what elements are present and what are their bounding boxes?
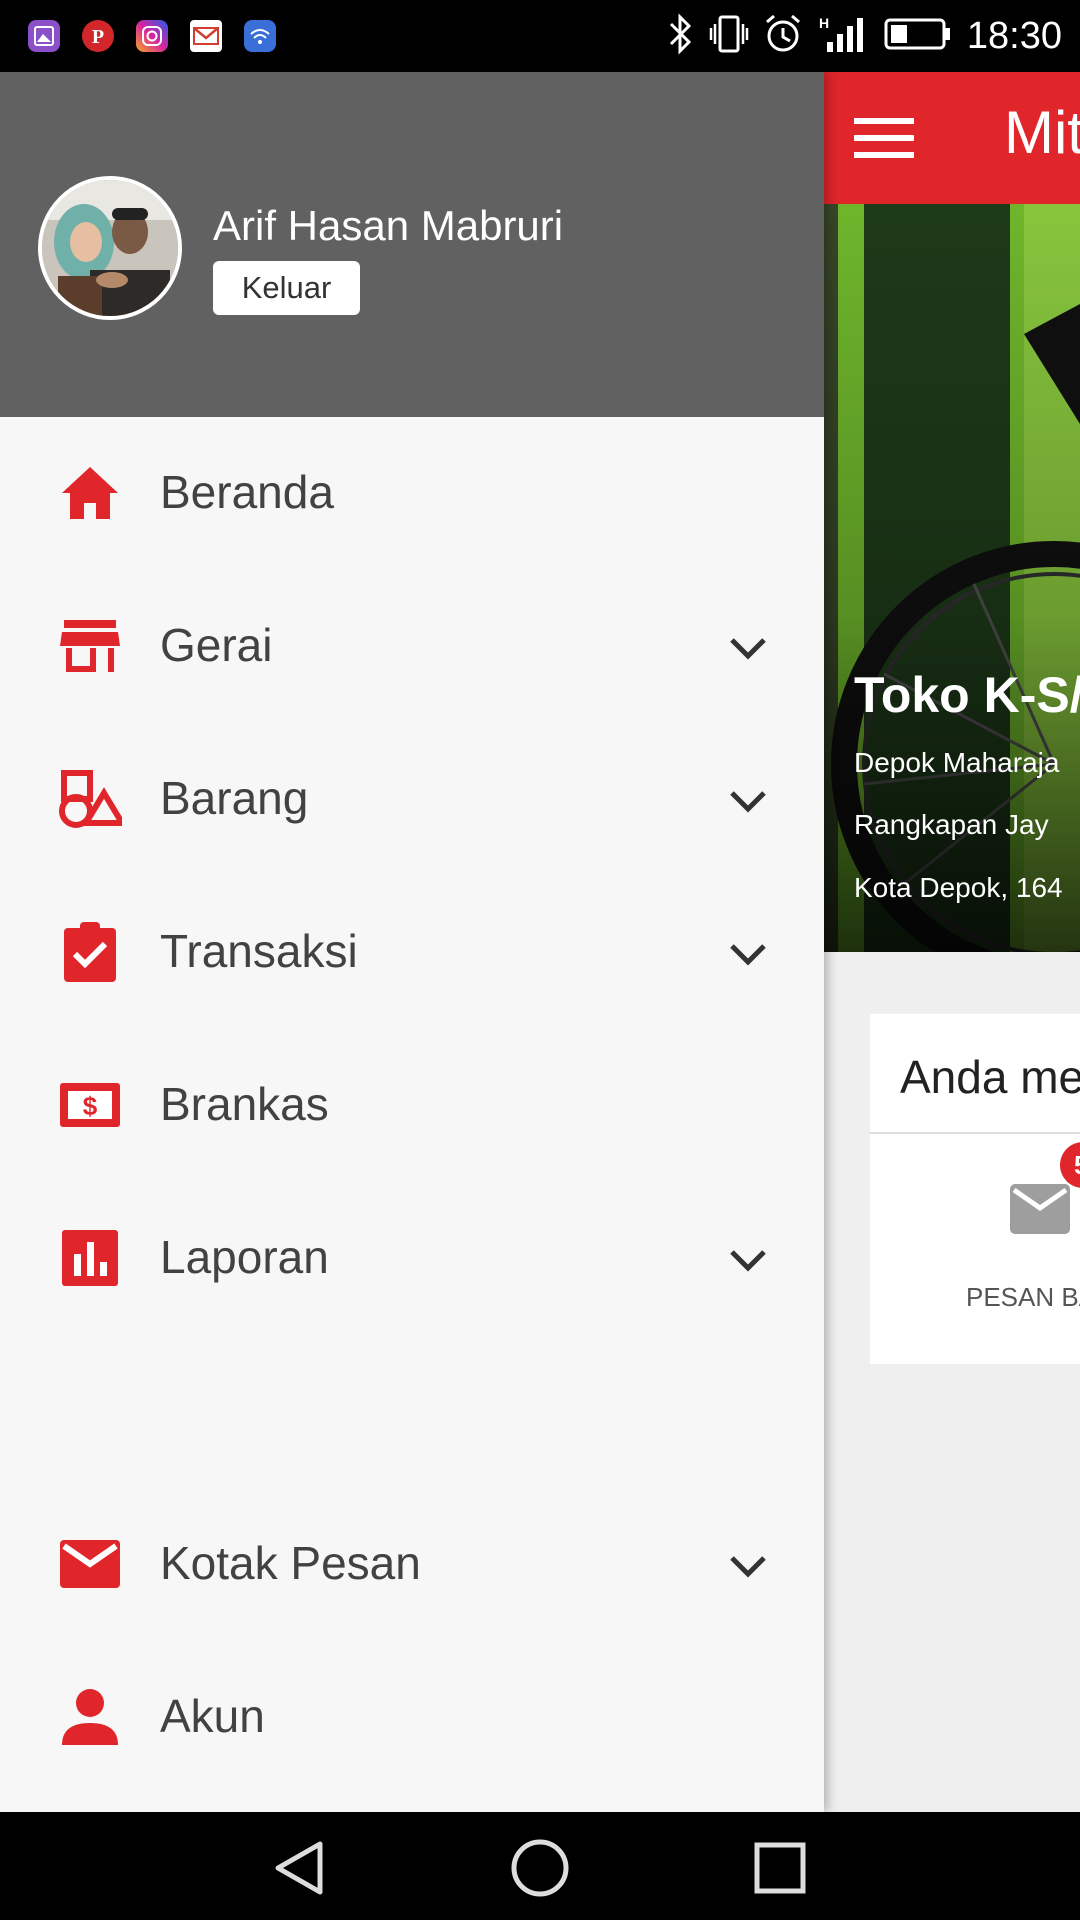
signal-h-icon: H [817,12,869,61]
person-icon [58,1685,122,1749]
menu-item-label: Transaksi [160,925,358,977]
home-screen-content: Mit Toko K-S/ Depok Maharaja Rangkapan J… [824,72,1080,1812]
gmail-icon [190,20,222,52]
clipboard-check-icon [58,920,122,984]
mail-icon [58,1532,122,1596]
messages-card: Anda me 5 PESAN BA [870,1014,1080,1364]
chevron-down-icon[interactable] [726,1240,770,1280]
app-toolbar: Mit [824,72,1080,204]
instagram-icon [136,20,168,52]
clock: 18:30 [966,14,1062,57]
money-icon: $ [58,1073,122,1137]
home-icon [58,461,122,525]
card-title: Anda me [900,1051,1080,1103]
svg-text:$: $ [83,1091,98,1121]
chevron-down-icon[interactable] [726,934,770,974]
menu-item-label: Kotak Pesan [160,1537,421,1589]
wifi-share-icon [244,20,276,52]
card-header: Anda me [870,1014,1080,1134]
navigation-drawer: Arif Hasan Mabruri Keluar Beranda Gerai … [0,72,824,1812]
menu-item-label: Laporan [160,1231,329,1283]
bluetooth-icon [665,12,695,61]
recents-icon[interactable] [754,1842,806,1894]
menu-item-label: Barang [160,772,309,824]
menu-item-label: Brankas [160,1078,329,1130]
store-address-line: Depok Maharaja [854,747,1060,778]
menu-item-label: Akun [160,1690,265,1742]
battery-icon [883,12,953,61]
menu-item-kotak-pesan[interactable]: Kotak Pesan [0,1488,824,1641]
chevron-down-icon[interactable] [726,1546,770,1586]
svg-text:P: P [92,26,104,48]
user-name: Arif Hasan Mabruri [213,202,564,249]
home-button-icon[interactable] [510,1838,570,1898]
store-name: Toko K-S/ [854,667,1080,723]
chevron-down-icon[interactable] [726,628,770,668]
pinterest-icon: P [82,20,114,52]
menu-item-label: Beranda [160,466,334,518]
gallery-icon [28,20,60,52]
app-title: Mit [1004,99,1080,166]
store-address-line: Kota Depok, 164 [854,872,1063,903]
new-message-badge: 5 [1060,1142,1080,1188]
alarm-icon [763,12,803,61]
chevron-down-icon[interactable] [726,781,770,821]
store-icon [58,614,122,678]
menu-item-laporan[interactable]: Laporan [0,1182,824,1335]
menu-item-transaksi[interactable]: Transaksi [0,876,824,1029]
store-address-line: Rangkapan Jay [854,809,1049,840]
back-icon[interactable] [272,1840,328,1896]
new-messages-label[interactable]: PESAN BA [966,1282,1080,1313]
store-banner[interactable]: Toko K-S/ Depok Maharaja Rangkapan Jay K… [824,204,1080,952]
avatar[interactable] [38,176,182,320]
drawer-header: Arif Hasan Mabruri Keluar [0,72,824,417]
menu-item-barang[interactable]: Barang [0,723,824,876]
menu-item-label: Gerai [160,619,273,671]
vibrate-icon [709,12,749,61]
menu-item-beranda[interactable]: Beranda [0,417,824,570]
menu-item-brankas[interactable]: $ Brankas [0,1029,824,1182]
logout-button[interactable]: Keluar [213,261,360,315]
menu-item-gerai[interactable]: Gerai [0,570,824,723]
svg-text:H: H [819,15,829,31]
bar-chart-icon [58,1226,122,1290]
status-bar: P H 18:30 [0,0,1080,72]
menu-item-akun[interactable]: Akun [0,1641,824,1794]
hamburger-menu-icon[interactable] [854,114,914,162]
envelope-icon[interactable] [1010,1184,1070,1234]
shapes-icon [58,767,128,831]
system-navigation-bar [0,1812,1080,1920]
